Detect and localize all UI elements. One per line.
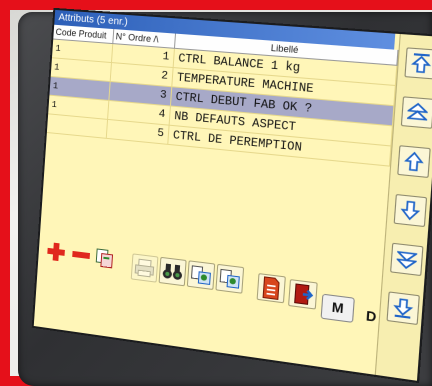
page-up-icon[interactable]	[401, 96, 432, 129]
binoculars-icon[interactable]	[159, 257, 187, 287]
minus-icon[interactable]	[69, 242, 94, 269]
export-icon[interactable]	[215, 264, 244, 294]
printer-icon[interactable]	[131, 253, 159, 282]
m-key-button[interactable]: M	[321, 294, 355, 323]
attributes-table: Code Produit N° Ordre /\ Libellé 1 1 CTRL …	[41, 25, 399, 267]
up-arrow-icon[interactable]	[397, 145, 431, 178]
touch-screen: Attributs (5 enr.) Code Produit N° Ordre…	[34, 10, 432, 381]
page-down-icon[interactable]	[390, 243, 423, 276]
first-page-icon[interactable]	[404, 47, 432, 79]
plus-icon[interactable]	[44, 239, 69, 265]
copy-record-icon[interactable]	[92, 245, 117, 272]
document-icon[interactable]	[257, 273, 286, 303]
d-key-button[interactable]: D	[354, 302, 389, 332]
export-icon[interactable]	[187, 260, 215, 290]
down-arrow-icon[interactable]	[394, 194, 427, 227]
exit-door-icon[interactable]	[288, 279, 318, 310]
last-page-icon[interactable]	[386, 291, 419, 325]
